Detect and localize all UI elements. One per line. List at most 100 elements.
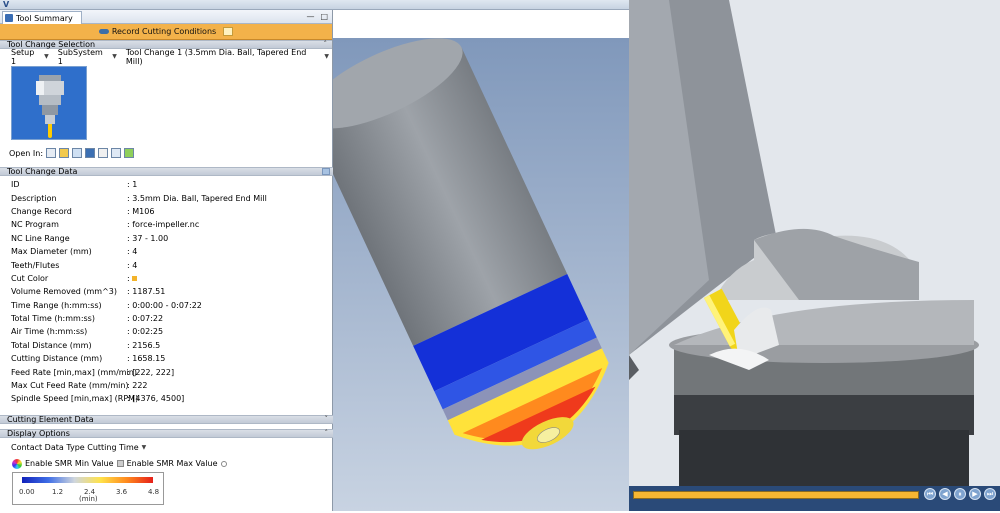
- open-in-label: Open In:: [9, 148, 44, 158]
- collapse-icon[interactable]: [322, 168, 330, 175]
- data-row-value: : 222: [127, 381, 148, 391]
- data-row: Volume Removed (mm^3): 1187.51: [0, 285, 333, 298]
- tab-tool-summary[interactable]: Tool Summary: [2, 11, 82, 24]
- data-row-label: Total Distance (mm): [11, 340, 92, 350]
- data-row-value: : 2156.5: [127, 340, 161, 350]
- report-icon[interactable]: [111, 148, 122, 158]
- record-icon: [98, 29, 109, 34]
- data-row: Max Cut Feed Rate (mm/min): 222: [0, 379, 333, 392]
- machine-3d-view[interactable]: [629, 0, 1000, 511]
- refresh-icon[interactable]: [124, 148, 135, 158]
- color-wheel-icon[interactable]: [12, 458, 22, 469]
- tab-controls: — □: [306, 12, 328, 21]
- data-row-label: Air Time (h:mm:ss): [11, 327, 88, 337]
- data-row: NC Program : force-impeller.nc: [0, 218, 333, 231]
- data-row-label: Time Range (h:mm:ss): [11, 300, 102, 310]
- data-row-value: : 0:02:25: [127, 327, 164, 337]
- enable-smr-max-label: Enable SMR Max Value: [126, 459, 218, 468]
- data-row-label: Teeth/Flutes: [11, 260, 60, 270]
- color-legend: 0.00 1.2 2.4 3.6 4.8 (min): [12, 472, 164, 505]
- enable-smr-min-checkbox[interactable]: [116, 460, 124, 467]
- data-row: Cut Color:: [0, 272, 333, 285]
- data-row-value: : 4: [127, 260, 138, 270]
- tool-3d-view[interactable]: [306, 38, 629, 511]
- data-row-label: NC Program: [11, 220, 59, 230]
- setup-dropdown[interactable]: Setup 1 ▼: [8, 47, 52, 67]
- play-icon[interactable]: ▶: [969, 488, 981, 500]
- legend-gradient-bar: [22, 477, 153, 483]
- contact-data-type-value: Contact Data Type Cutting Time: [11, 442, 139, 452]
- data-row-label: Volume Removed (mm^3): [11, 287, 118, 297]
- data-row-label: Max Cut Feed Rate (mm/min): [11, 381, 129, 391]
- subsystem-dropdown[interactable]: SubSystem 1 ▼: [55, 47, 120, 67]
- fast-forward-icon[interactable]: ⏭: [984, 488, 996, 500]
- data-row: Teeth/Flutes : 4: [0, 258, 333, 271]
- data-row-value: :: [127, 273, 130, 283]
- expand-icon[interactable]: ˅: [325, 415, 329, 423]
- enable-smr-min-label: Enable SMR Min Value: [25, 459, 114, 468]
- section-title: Tool Change Data: [7, 167, 78, 176]
- data-row-value: : 3.5mm Dia. Ball, Tapered End Mill: [127, 193, 267, 203]
- tool-change-selectors: Setup 1 ▼ SubSystem 1 ▼ Tool Change 1 (3.5…: [0, 48, 332, 66]
- cut-color-swatch: [131, 275, 137, 281]
- record-label: Record Cutting Conditions: [111, 27, 217, 36]
- data-row-label: NC Line Range: [11, 233, 70, 243]
- data-row-value: : 37 - 1.00: [127, 233, 169, 243]
- smr-options: Enable SMR Min Value Enable SMR Max Valu…: [12, 458, 227, 469]
- collapse-icon[interactable]: ˄: [325, 429, 329, 437]
- minimize-icon[interactable]: —: [306, 12, 314, 21]
- data-row-value: : [4376, 4500]: [127, 394, 185, 404]
- playback-progress-track[interactable]: [633, 491, 919, 499]
- pause-icon[interactable]: ⏸: [954, 488, 966, 500]
- contact-data-type-dropdown[interactable]: Contact Data Type Cutting Time ▼: [8, 441, 149, 453]
- data-row: Description : 3.5mm Dia. Ball, Tapered En…: [0, 191, 333, 204]
- data-row-value: : [222, 222]: [127, 367, 175, 377]
- section-title: Cutting Element Data: [7, 415, 94, 424]
- data-row-value: : 1: [127, 180, 138, 190]
- data-row: Change Record : M106: [0, 205, 333, 218]
- notes-icon[interactable]: [223, 27, 234, 36]
- data-row-label: Spindle Speed [min,max] (RPM): [11, 394, 139, 404]
- data-row-label: Change Record: [11, 206, 72, 216]
- data-row-label: Cutting Distance (mm): [11, 354, 103, 364]
- grid-icon[interactable]: [85, 148, 96, 158]
- data-row-label: Feed Rate [min,max] (mm/min): [11, 367, 137, 377]
- section-header-display-options[interactable]: Display Options ˄: [0, 429, 333, 438]
- playback-toolbar: ⏮ ◀ ⏸ ▶ ⏭: [629, 486, 1000, 511]
- data-row: Cutting Distance (mm): 1658.15: [0, 352, 333, 365]
- enable-smr-max-radio[interactable]: [220, 460, 227, 467]
- legend-tick: 4.8: [148, 488, 160, 496]
- setup-icon[interactable]: [59, 148, 70, 158]
- subsystem-value: SubSystem 1: [57, 47, 103, 66]
- maximize-icon[interactable]: □: [320, 12, 328, 21]
- data-row-label: Total Time (h:mm:ss): [11, 314, 95, 324]
- legend-tick: 3.6: [116, 488, 128, 496]
- record-cutting-conditions-button[interactable]: Record Cutting Conditions: [0, 24, 332, 40]
- data-row: Total Distance (mm) : 2156.5: [0, 339, 333, 352]
- tool-change-dropdown[interactable]: Tool Change 1 (3.5mm Dia. Ball, Tapered …: [123, 47, 332, 67]
- step-back-icon[interactable]: ◀: [939, 488, 951, 500]
- graph-icon[interactable]: [72, 148, 83, 158]
- rewind-icon[interactable]: ⏮: [924, 488, 936, 500]
- data-row: NC Line Range : 37 - 1.00: [0, 232, 333, 245]
- collapse-icon[interactable]: ˄: [324, 40, 328, 48]
- tool-manager-icon[interactable]: [46, 148, 57, 158]
- section-header-cutting-element-data[interactable]: Cutting Element Data ˅: [0, 415, 333, 424]
- data-row-label: Max Diameter (mm): [11, 247, 92, 257]
- data-row-label: Description: [11, 193, 57, 203]
- section-header-tool-change-data[interactable]: Tool Change Data: [0, 167, 333, 176]
- tab-label: Tool Summary: [16, 13, 73, 23]
- tool-change-value: Tool Change 1 (3.5mm Dia. Ball, Tapered …: [125, 47, 307, 66]
- dropdown-arrow-icon: ▼: [112, 53, 117, 60]
- tool-image: [11, 66, 87, 140]
- data-row: Feed Rate [min,max] (mm/min): [222, 222]: [0, 365, 333, 378]
- setup-value: Setup 1: [11, 47, 35, 66]
- data-row-value: : M106: [127, 206, 155, 216]
- data-row: Spindle Speed [min,max] (RPM): [4376, 45…: [0, 392, 333, 405]
- optipath-icon[interactable]: [98, 148, 109, 158]
- legend-unit: (min): [79, 495, 98, 503]
- section-header-tool-change-selection[interactable]: Tool Change Selection ˄: [0, 40, 332, 49]
- data-row: Total Time (h:mm:ss): 0:07:22: [0, 312, 333, 325]
- dropdown-arrow-icon: ▼: [141, 443, 147, 451]
- data-row-value: : force-impeller.nc: [127, 220, 200, 230]
